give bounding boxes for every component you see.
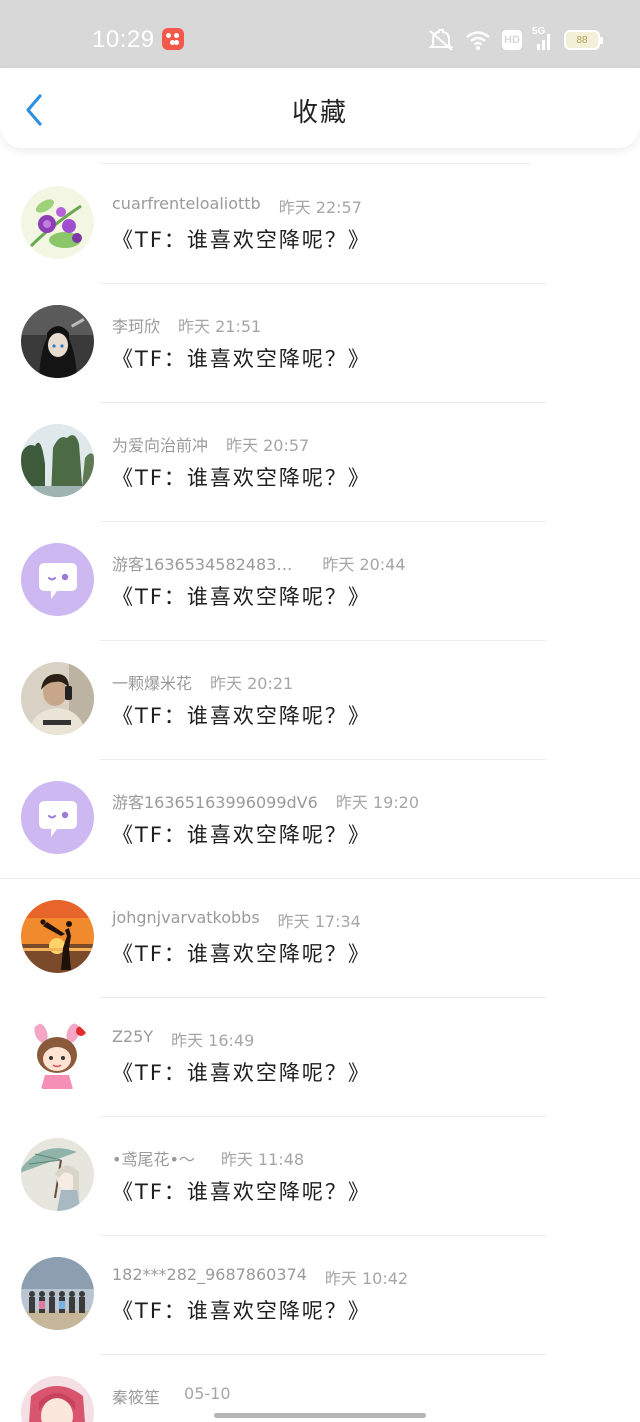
item-meta: 一颗爆米花 昨天 20:21: [112, 670, 293, 694]
page-title: 收藏: [291, 98, 348, 128]
item-meta: cuarfrenteloaliottb 昨天 22:57: [112, 194, 362, 218]
mountain-landscape-avatar[interactable]: [21, 424, 94, 497]
list-divider: [100, 1116, 546, 1117]
item-meta: 游客16365163996099dV6 昨天 19:20: [112, 789, 419, 813]
list-item[interactable]: cuarfrenteloaliottb 昨天 22:57 《TF：谁喜欢空降呢？》: [0, 164, 640, 283]
selfie-photo-avatar[interactable]: [21, 662, 94, 735]
list-divider: [100, 997, 546, 998]
list-divider: [100, 1235, 546, 1236]
list-item[interactable]: 游客16365163996099dV6 昨天 19:20 《TF：谁喜欢空降呢？》: [0, 759, 640, 878]
list-divider: [100, 1354, 546, 1355]
item-title[interactable]: 《TF：谁喜欢空降呢？》: [112, 1295, 371, 1325]
anime-character-avatar[interactable]: [21, 305, 94, 378]
list-divider: [0, 878, 640, 879]
group-photo-avatar[interactable]: [21, 1257, 94, 1330]
list-divider: [100, 521, 546, 522]
item-time: 昨天 19:20: [335, 793, 420, 812]
battery-icon: 88: [564, 30, 603, 50]
item-meta: •鸢尾花•～ 昨天 11:48: [112, 1146, 304, 1170]
item-title[interactable]: 《TF：谁喜欢空降呢？》: [112, 1057, 371, 1087]
wifi-icon: [466, 31, 490, 50]
battery-level: 88: [576, 34, 588, 46]
item-meta: 秦筱笙 05-10: [112, 1384, 231, 1408]
item-time: 昨天 22:57: [278, 198, 362, 217]
anime-girl-avatar[interactable]: [21, 1376, 94, 1422]
username[interactable]: Z25Y: [112, 1027, 153, 1046]
mute-icon: [428, 29, 454, 51]
item-title[interactable]: 《TF：谁喜欢空降呢？》: [112, 462, 371, 492]
status-time: 10:29: [92, 26, 155, 53]
list-item[interactable]: 为爱向治前冲 昨天 20:57 《TF：谁喜欢空降呢？》: [0, 402, 640, 521]
item-time: 昨天 16:49: [171, 1031, 255, 1050]
username[interactable]: cuarfrenteloaliottb: [112, 194, 261, 213]
hd-icon: HD: [502, 30, 522, 50]
sunset-couple-avatar[interactable]: [21, 900, 94, 973]
status-bar: 10:29 HD 5G 88: [0, 0, 640, 68]
item-meta: 李珂欣 昨天 21:51: [112, 313, 261, 337]
list-item[interactable]: 秦筱笙 05-10: [0, 1354, 640, 1422]
item-meta: 游客1636534582483… 昨天 20:44: [112, 551, 406, 575]
item-time: 昨天 17:34: [277, 912, 361, 931]
item-time: 昨天 20:21: [210, 674, 294, 693]
item-time: 昨天 20:57: [226, 436, 310, 455]
username[interactable]: 游客1636534582483…: [112, 551, 292, 575]
username[interactable]: 李珂欣: [112, 313, 160, 337]
username[interactable]: 游客16365163996099dV6: [112, 789, 318, 813]
app-notification-icon: [162, 28, 184, 50]
list-item[interactable]: 游客1636534582483… 昨天 20:44 《TF：谁喜欢空降呢？》: [0, 521, 640, 640]
username[interactable]: johgnjvarvatkobbs: [112, 908, 260, 927]
username[interactable]: 秦筱笙: [112, 1384, 160, 1408]
item-meta: 182***282_9687860374 昨天 10:42: [112, 1265, 408, 1289]
item-time: 昨天 21:51: [178, 317, 262, 336]
username[interactable]: 为爱向治前冲: [112, 432, 208, 456]
home-indicator[interactable]: [214, 1413, 426, 1418]
item-title[interactable]: 《TF：谁喜欢空降呢？》: [112, 224, 371, 254]
page-header: 收藏: [0, 68, 640, 148]
list-divider: [100, 640, 546, 641]
list-divider: [100, 283, 546, 284]
username[interactable]: 182***282_9687860374: [112, 1265, 307, 1284]
item-time: 昨天 20:44: [322, 555, 406, 574]
item-time: 昨天 10:42: [324, 1269, 409, 1288]
item-title[interactable]: 《TF：谁喜欢空降呢？》: [112, 581, 371, 611]
list-divider: [100, 402, 546, 403]
list-item[interactable]: 一颗爆米花 昨天 20:21 《TF：谁喜欢空降呢？》: [0, 640, 640, 759]
list-item[interactable]: Z25Y 昨天 16:49 《TF：谁喜欢空降呢？》: [0, 997, 640, 1116]
signal-icon: 5G: [532, 26, 552, 50]
item-meta: Z25Y 昨天 16:49: [112, 1027, 254, 1051]
status-icons: HD 5G 88: [428, 26, 603, 52]
item-title[interactable]: 《TF：谁喜欢空降呢？》: [112, 819, 371, 849]
item-title[interactable]: 《TF：谁喜欢空降呢？》: [112, 1176, 371, 1206]
item-time: 昨天 11:48: [220, 1150, 305, 1169]
network-type-label: 5G: [532, 26, 546, 37]
username[interactable]: •鸢尾花•～: [112, 1146, 195, 1170]
item-meta: 为爱向治前冲 昨天 20:57: [112, 432, 309, 456]
list-item[interactable]: •鸢尾花•～ 昨天 11:48 《TF：谁喜欢空降呢？》: [0, 1116, 640, 1235]
list-divider: [100, 759, 546, 760]
item-meta: johgnjvarvatkobbs 昨天 17:34: [112, 908, 361, 932]
item-title[interactable]: 《TF：谁喜欢空降呢？》: [112, 700, 371, 730]
cartoon-girl-avatar[interactable]: [21, 1019, 94, 1092]
item-title[interactable]: 《TF：谁喜欢空降呢？》: [112, 938, 371, 968]
list-item[interactable]: 182***282_9687860374 昨天 10:42 《TF：谁喜欢空降呢？…: [0, 1235, 640, 1354]
list-item[interactable]: 李珂欣 昨天 21:51 《TF：谁喜欢空降呢？》: [0, 283, 640, 402]
username[interactable]: 一颗爆米花: [112, 670, 192, 694]
umbrella-girl-avatar[interactable]: [21, 1138, 94, 1211]
item-title[interactable]: 《TF：谁喜欢空降呢？》: [112, 343, 371, 373]
default-chat-bubble-avatar[interactable]: [21, 781, 94, 854]
default-chat-bubble-avatar[interactable]: [21, 543, 94, 616]
item-time: 05-10: [184, 1384, 231, 1403]
favorites-list[interactable]: cuarfrenteloaliottb 昨天 22:57 《TF：谁喜欢空降呢？》…: [0, 148, 640, 1422]
flower-avatar[interactable]: [21, 186, 94, 259]
list-item[interactable]: johgnjvarvatkobbs 昨天 17:34 《TF：谁喜欢空降呢？》: [0, 878, 640, 997]
